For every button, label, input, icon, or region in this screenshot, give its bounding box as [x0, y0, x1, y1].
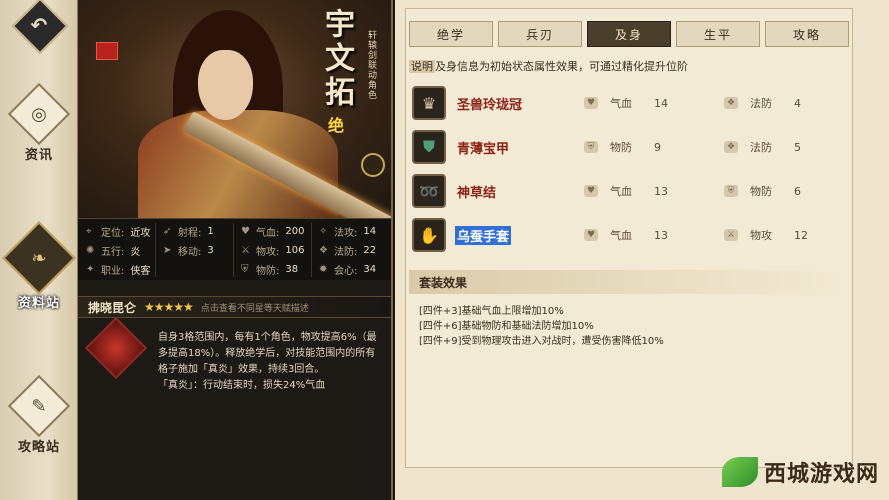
- equip-attr: ❖ 法防 5: [724, 139, 801, 155]
- magic-attack-icon: ✧: [319, 225, 328, 237]
- stat-role: ⌖ 定位: 近攻: [86, 225, 151, 239]
- equip-attr: ⛨ 物防 9: [584, 139, 661, 155]
- watermark-text: 西城游戏网: [764, 462, 880, 487]
- book-icon: ❧: [31, 247, 47, 269]
- heart-icon: ♥: [584, 185, 598, 197]
- class-icon: ✦: [86, 263, 95, 275]
- physical-attack-icon: ⚔: [724, 229, 738, 241]
- physical-defense-icon: ⛨: [584, 141, 598, 153]
- physical-attack-icon: ⚔: [241, 244, 250, 256]
- equip-attr: ♥ 气血 13: [584, 227, 668, 243]
- intro-highlight: 说明: [409, 60, 435, 73]
- heart-icon: ♥: [584, 229, 598, 241]
- location-icon: ⌖: [86, 225, 92, 237]
- leaf-logo-icon: [722, 457, 758, 487]
- range-icon: ➶: [163, 225, 172, 237]
- equip-name: 乌蚕手套: [455, 226, 512, 245]
- armor-icon: ⛊: [412, 130, 446, 164]
- stat-magic-defense: ❖ 法防: 22: [319, 244, 377, 258]
- equip-attr: ⚔ 物攻 12: [724, 227, 808, 243]
- talent-stars[interactable]: ★★★★★: [144, 300, 194, 314]
- equip-row-selected[interactable]: ✋ 乌蚕手套 ♥ 气血 13 ⚔ 物攻 12: [409, 216, 849, 254]
- character-name: 宇文拓: [319, 8, 354, 110]
- crown-icon: ♛: [412, 86, 446, 120]
- nav-label: 攻略站: [17, 440, 60, 455]
- tab-strategy[interactable]: 攻略: [765, 21, 849, 47]
- tab-ultimate[interactable]: 绝学: [409, 21, 493, 47]
- nav-label: 资讯: [24, 148, 53, 163]
- gloves-icon: ✋: [412, 218, 446, 252]
- set-effect-title: 套装效果: [409, 270, 849, 294]
- site-watermark: 西城游戏网: [722, 456, 879, 488]
- equip-row[interactable]: ⛊ 青薄宝甲 ⛨ 物防 9 ❖ 法防 5: [409, 128, 849, 166]
- equip-attr: ♥ 气血 14: [584, 95, 668, 111]
- physical-defense-icon: ⛨: [241, 263, 249, 275]
- equip-row[interactable]: ➿ 神草结 ♥ 气血 13 ⛨ 物防 6: [409, 172, 849, 210]
- magic-defense-icon: ❖: [724, 141, 738, 153]
- tab-bar: 绝学 兵刃 及身 生平 攻略: [409, 21, 854, 47]
- scroll-icon: ◎: [31, 103, 47, 125]
- talent-description: 自身3格范围内，每有1个角色，物攻提高6%（最多提高18%）。释放绝学后，对技能…: [158, 332, 377, 391]
- talent-name: 拂晓昆仑: [88, 300, 137, 315]
- crit-icon: ✹: [319, 263, 328, 275]
- left-nav: ↶ ◎ 资讯 ❧ 资料站 ✎ 攻略站: [0, 0, 78, 500]
- heart-icon: ♥: [584, 97, 598, 109]
- medal-icon[interactable]: [361, 153, 385, 177]
- nav-item-guides[interactable]: ✎ 攻略站: [0, 374, 78, 455]
- character-panel: 宇文拓 轩辕剑联动角色 绝 ⌖ 定位: 近攻 ➶ 射程: 1 ✺ 五行: 炎 ➤ 移动…: [78, 0, 393, 500]
- info-panel: 绝学 兵刃 及身 生平 攻略 说明 及身信息为初始状态属性效果，可通过精化提升位阶…: [395, 0, 889, 500]
- equip-name: 圣兽玲珑冠: [457, 98, 523, 113]
- magic-defense-icon: ❖: [319, 244, 328, 256]
- equip-attr: ❖ 法防 4: [724, 95, 801, 111]
- red-seal-icon: [96, 42, 118, 60]
- stat-physical-attack: ⚔ 物攻: 106: [241, 244, 305, 258]
- stat-class: ✦ 职业: 侠客: [86, 263, 151, 277]
- stat-element: ✺ 五行: 炎: [86, 244, 141, 258]
- set-effect-line: [四件+6]基础物防和基础法防增加10%: [419, 321, 594, 332]
- nav-label: 资料站: [17, 296, 60, 311]
- nav-item-news[interactable]: ◎ 资讯: [0, 82, 78, 163]
- set-effect-line: [四件+9]受到物理攻击进入对战时，遭受伤害降低10%: [419, 336, 664, 347]
- equip-name: 青薄宝甲: [457, 142, 510, 157]
- set-effect-section: 套装效果 [四件+3]基础气血上限增加10% [四件+6]基础物防和基础法防增加…: [409, 270, 849, 460]
- equip-attr: ♥ 气血 13: [584, 183, 668, 199]
- equip-attr: ⛨ 物防 6: [724, 183, 801, 199]
- talent-hint: 点击查看不同星等天赋描述: [200, 303, 309, 314]
- stat-hp: ♥ 气血: 200: [241, 225, 305, 239]
- tab-equipment[interactable]: 及身: [587, 21, 671, 47]
- stat-crit: ✹ 会心: 34: [319, 263, 377, 277]
- talent-emblem-icon: [84, 316, 148, 380]
- element-icon: ✺: [86, 244, 95, 256]
- tab-biography[interactable]: 生平: [676, 21, 760, 47]
- move-icon: ➤: [163, 244, 172, 256]
- intro-text: 及身信息为初始状态属性效果，可通过精化提升位阶: [435, 60, 688, 73]
- intro-note: 说明 及身信息为初始状态属性效果，可通过精化提升位阶: [409, 58, 688, 74]
- equip-row[interactable]: ♛ 圣兽玲珑冠 ♥ 气血 14 ❖ 法防 4: [409, 84, 849, 122]
- quill-icon: ✎: [31, 395, 47, 417]
- physical-defense-icon: ⛨: [724, 185, 738, 197]
- stat-physical-defense: ⛨ 物防: 38: [241, 263, 299, 277]
- stat-move: ➤ 移动: 3: [163, 244, 214, 258]
- character-subtitle: 轩辕剑联动角色: [366, 30, 376, 100]
- nav-item-database[interactable]: ❧ 资料站: [0, 221, 78, 311]
- tab-weapon[interactable]: 兵刃: [498, 21, 582, 47]
- back-arrow-icon: ↶: [30, 12, 48, 37]
- magic-defense-icon: ❖: [724, 97, 738, 109]
- back-button[interactable]: ↶: [11, 0, 69, 55]
- talent-header[interactable]: 拂晓昆仑 ★★★★★ 点击查看不同星等天赋描述: [78, 296, 391, 318]
- character-portrait: 宇文拓 轩辕剑联动角色 绝: [78, 0, 391, 239]
- stat-magic-attack: ✧ 法攻: 14: [319, 225, 377, 239]
- set-effect-line: [四件+3]基础气血上限增加10%: [419, 306, 564, 317]
- amulet-icon: ➿: [412, 174, 446, 208]
- stats-grid: ⌖ 定位: 近攻 ➶ 射程: 1 ✺ 五行: 炎 ➤ 移动: 3 ✦ 职业: 侠客 ♥ 气…: [78, 218, 391, 280]
- heart-icon: ♥: [241, 225, 250, 237]
- equip-name: 神草结: [457, 186, 497, 201]
- stat-range: ➶ 射程: 1: [163, 225, 214, 239]
- rarity-mark: 绝: [328, 116, 345, 135]
